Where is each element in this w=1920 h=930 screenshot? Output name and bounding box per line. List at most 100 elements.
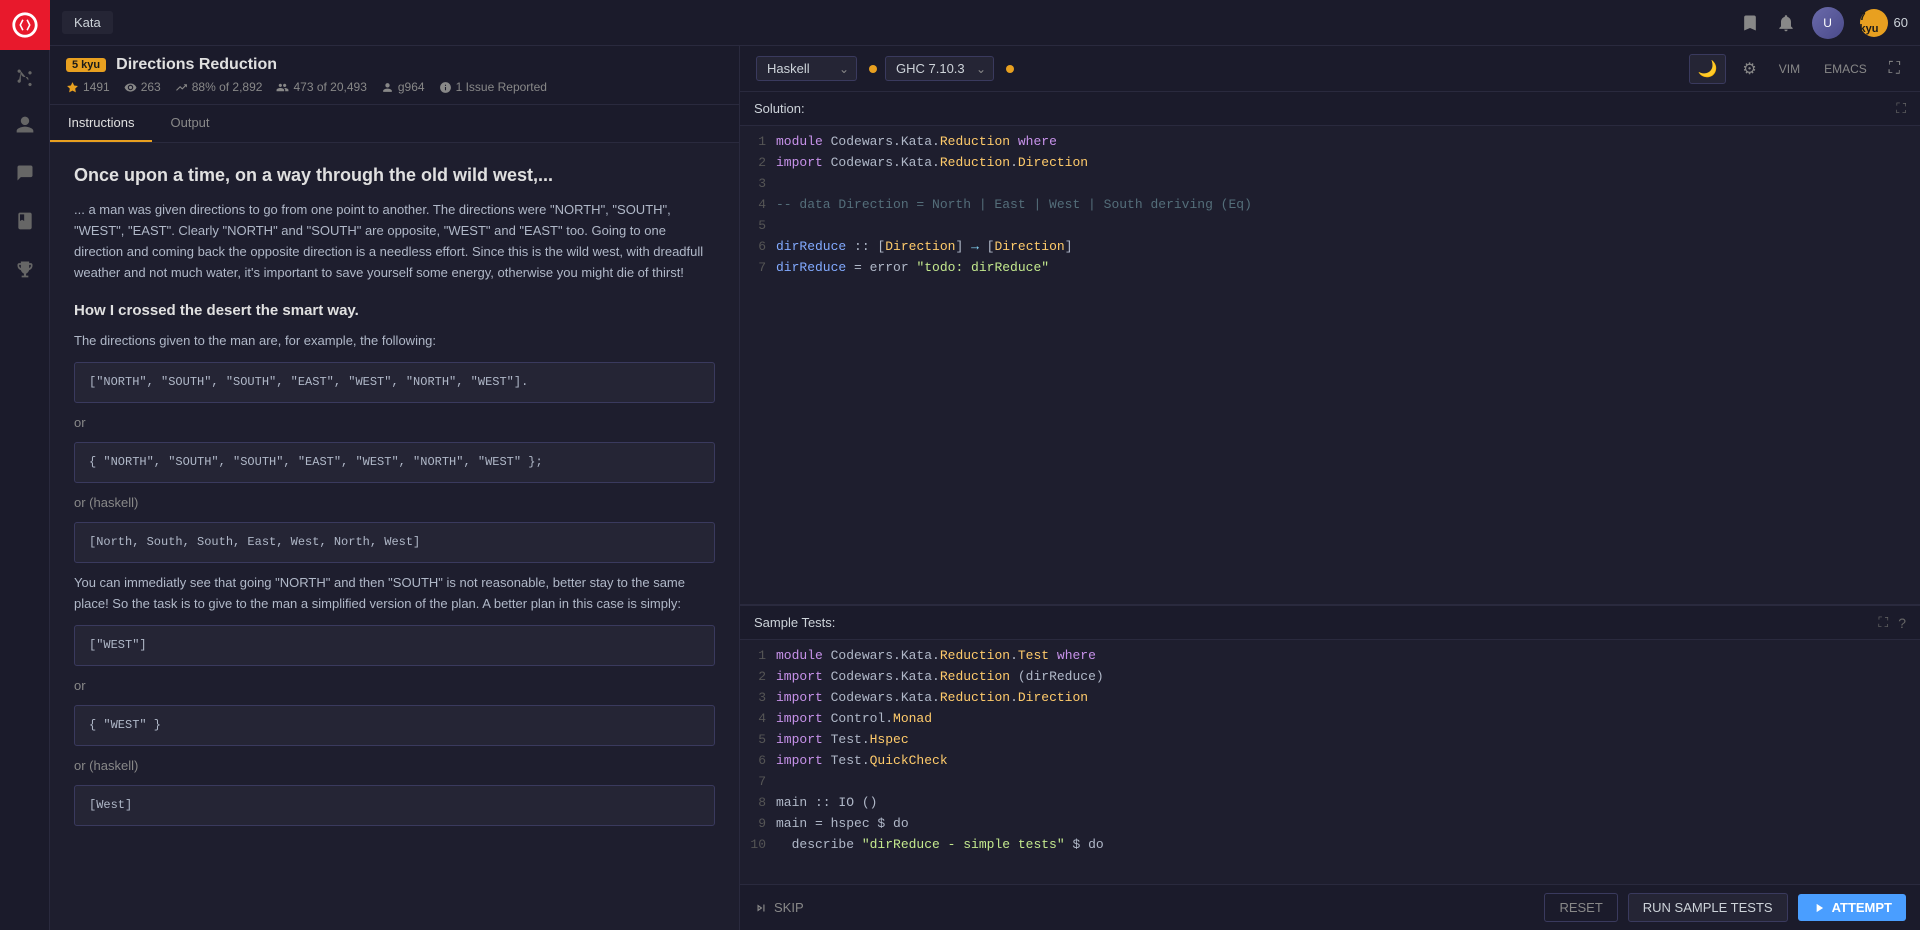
expand-tests-btn[interactable]: ⛶ (1878, 614, 1888, 631)
sidebar-bottom (0, 246, 50, 292)
code-branch-icon (15, 67, 35, 87)
honor-count: 60 (1894, 15, 1908, 30)
author: g964 (381, 80, 425, 94)
sidebar-item-profile[interactable] (0, 102, 50, 148)
code-line: 2import Codewars.Kata.Reduction.Directio… (740, 153, 1920, 174)
sidebar-item-community[interactable] (0, 150, 50, 196)
notification-icon-btn[interactable] (1776, 13, 1796, 33)
reset-btn[interactable]: RESET (1544, 893, 1617, 922)
eye-icon (124, 81, 137, 94)
kyu-badge-small: 5 kyu (66, 58, 106, 72)
left-panel: 5 kyu Directions Reduction 1491 263 88% … (50, 46, 740, 930)
code-line: 1module Codewars.Kata.Reduction.Test whe… (740, 646, 1920, 667)
code-example-5: { "WEST" } (74, 705, 715, 746)
skip-btn[interactable]: SKIP (754, 900, 804, 915)
people-icon (276, 81, 289, 94)
or-text-1: or (74, 413, 715, 434)
trophy-icon (15, 259, 35, 279)
lang-bar-right: 🌙 ⚙ VIM EMACS ⛶ (1689, 54, 1905, 84)
code-line: 2import Codewars.Kata.Reduction (dirRedu… (740, 667, 1920, 688)
solutions-count: 473 of 20,493 (276, 80, 366, 94)
sample-tests-icons: ⛶ ? (1878, 614, 1906, 631)
book-icon (15, 211, 35, 231)
run-sample-tests-btn[interactable]: RUN SAMPLE TESTS (1628, 893, 1788, 922)
code-line: 1module Codewars.Kata.Reduction where (740, 132, 1920, 153)
settings-btn[interactable]: ⚙ (1738, 55, 1760, 83)
skip-icon (754, 901, 768, 915)
content-row: 5 kyu Directions Reduction 1491 263 88% … (50, 46, 1920, 930)
tab-instructions[interactable]: Instructions (50, 105, 152, 142)
right-panel: Haskell JavaScript Python GHC 7.10.3 GHC… (740, 46, 1920, 930)
code-example-4: ["WEST"] (74, 625, 715, 666)
info-icon (439, 81, 452, 94)
kyu-badge: 7 kyu (1860, 9, 1888, 37)
solution-editor[interactable]: 1module Codewars.Kata.Reduction where2im… (740, 126, 1920, 604)
emacs-mode-btn[interactable]: EMACS (1818, 59, 1873, 79)
expand-solution-btn[interactable]: ⛶ (1896, 100, 1906, 117)
version-select-wrapper: GHC 7.10.3 GHC 8.x (885, 56, 994, 81)
sidebar-nav (0, 54, 49, 930)
sidebar-item-training[interactable] (0, 54, 50, 100)
code-line: 7 (740, 772, 1920, 793)
comments-icon (15, 163, 35, 183)
fullscreen-btn[interactable]: ⛶ (1885, 56, 1904, 82)
person-icon (381, 81, 394, 94)
sample-tests-header: Sample Tests: ⛶ ? (740, 606, 1920, 640)
instructions-para1: ... a man was given directions to go fro… (74, 200, 715, 283)
tab-output[interactable]: Output (152, 105, 227, 142)
stars-count: 1491 (66, 80, 110, 94)
bookmark-icon (1740, 13, 1760, 33)
code-line: 10 describe "dirReduce - simple tests" $… (740, 835, 1920, 856)
action-bar: SKIP RESET RUN SAMPLE TESTS ATTEMPT (740, 884, 1920, 930)
kata-tab[interactable]: Kata (62, 11, 113, 34)
solution-section: Solution: ⛶ 1module Codewars.Kata.Reduct… (740, 92, 1920, 604)
play-icon (1812, 901, 1826, 915)
bookmark-icon-btn[interactable] (1740, 13, 1760, 33)
completion-rate: 88% of 2,892 (175, 80, 263, 94)
code-line: 4import Control.Monad (740, 709, 1920, 730)
code-line: 3import Codewars.Kata.Reduction.Directio… (740, 688, 1920, 709)
issues: 1 Issue Reported (439, 80, 547, 94)
code-example-1: ["NORTH", "SOUTH", "SOUTH", "EAST", "WES… (74, 362, 715, 403)
instructions-heading2: How I crossed the desert the smart way. (74, 299, 715, 323)
kata-title-row: 5 kyu Directions Reduction (66, 56, 723, 74)
code-example-6: [West] (74, 785, 715, 826)
code-line: 9main = hspec $ do (740, 814, 1920, 835)
language-select-wrapper: Haskell JavaScript Python (756, 56, 857, 81)
top-bar-right: U 7 kyu 60 (1740, 7, 1908, 39)
avatar[interactable]: U (1812, 7, 1844, 39)
lang-indicator-dot (869, 65, 877, 73)
sample-tests-panel: Sample Tests: ⛶ ? 1module Codewars.Kata.… (740, 604, 1920, 884)
instructions-para2: The directions given to the man are, for… (74, 331, 715, 352)
language-selector-group: Haskell JavaScript Python GHC 7.10.3 GHC… (756, 56, 1014, 81)
sidebar-item-docs[interactable] (0, 198, 50, 244)
code-line: 7dirReduce = error "todo: dirReduce" (740, 258, 1920, 279)
code-example-2: { "NORTH", "SOUTH", "SOUTH", "EAST", "WE… (74, 442, 715, 483)
user-icon (15, 115, 35, 135)
star-icon (66, 81, 79, 94)
version-select[interactable]: GHC 7.10.3 GHC 8.x (885, 56, 994, 81)
language-select[interactable]: Haskell JavaScript Python (756, 56, 857, 81)
solution-header: Solution: ⛶ (740, 92, 1920, 126)
kata-header: 5 kyu Directions Reduction 1491 263 88% … (50, 46, 739, 105)
help-tests-btn[interactable]: ? (1898, 615, 1906, 631)
or-haskell-1: or (haskell) (74, 493, 715, 514)
vim-mode-btn[interactable]: VIM (1773, 59, 1806, 79)
attempt-btn[interactable]: ATTEMPT (1798, 894, 1906, 921)
logo[interactable] (0, 0, 50, 50)
instructions-content[interactable]: Once upon a time, on a way through the o… (50, 143, 739, 930)
code-example-3: [North, South, South, East, West, North,… (74, 522, 715, 563)
kata-title: Directions Reduction (116, 56, 277, 74)
sidebar-item-trophy[interactable] (0, 246, 50, 292)
or-text-2: or (74, 676, 715, 697)
version-indicator-dot (1006, 65, 1014, 73)
instructions-para3: You can immediatly see that going "NORTH… (74, 573, 715, 615)
or-haskell-2: or (haskell) (74, 756, 715, 777)
code-line: 3 (740, 174, 1920, 195)
theme-toggle-btn[interactable]: 🌙 (1689, 54, 1727, 84)
code-line: 8main :: IO () (740, 793, 1920, 814)
kyu-honor: 7 kyu 60 (1860, 9, 1908, 37)
code-line: 5 (740, 216, 1920, 237)
views-count: 263 (124, 80, 161, 94)
sample-tests-editor[interactable]: 1module Codewars.Kata.Reduction.Test whe… (740, 640, 1920, 884)
